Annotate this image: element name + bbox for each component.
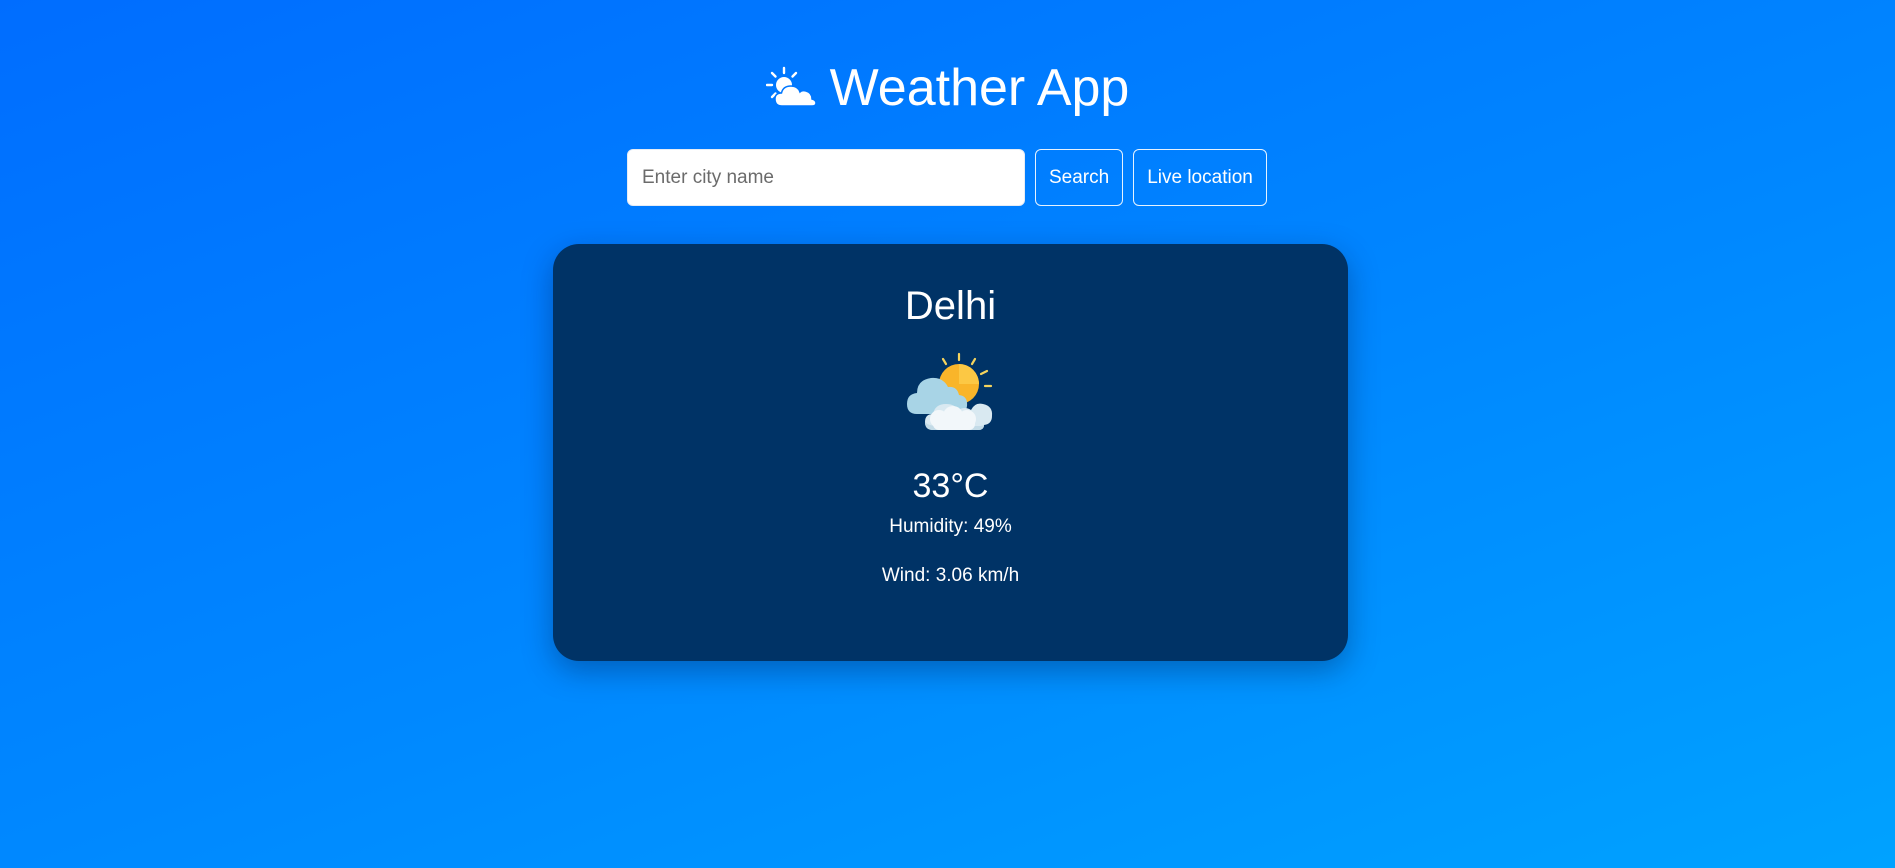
app-header: Weather App <box>0 56 1895 120</box>
weather-app: Weather App Search Live location Delhi <box>0 0 1895 868</box>
live-location-button[interactable]: Live location <box>1133 149 1267 206</box>
search-button[interactable]: Search <box>1035 149 1124 206</box>
temperature-value: 33°C <box>912 467 989 505</box>
sun-behind-clouds-icon <box>906 352 992 430</box>
humidity-value: Humidity: 49% <box>889 516 1012 537</box>
weather-card: Delhi 33°C Humidity: 49% Wind: 3.06 km/h <box>553 244 1348 661</box>
app-title: Weather App <box>829 59 1130 117</box>
city-name: Delhi <box>904 284 997 328</box>
sun-behind-cloud-icon <box>765 66 817 107</box>
search-bar: Search Live location <box>627 149 1267 206</box>
wind-value: Wind: 3.06 km/h <box>881 565 1020 586</box>
city-search-input[interactable] <box>627 149 1025 206</box>
